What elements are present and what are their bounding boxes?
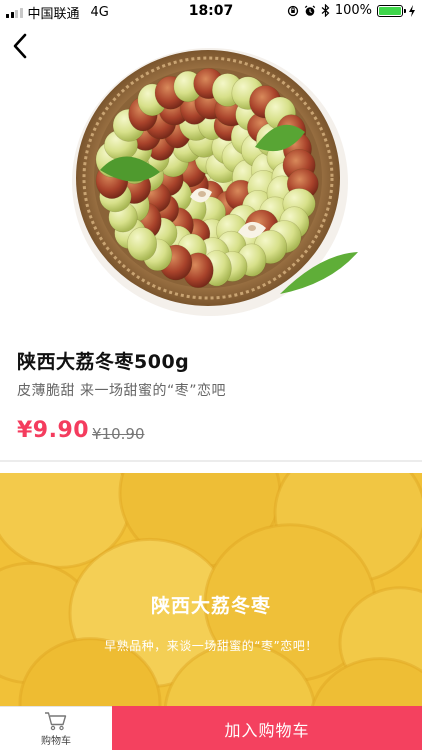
- back-button[interactable]: [6, 30, 34, 62]
- status-bar: 中国联通 4G 18:07 100%: [0, 0, 422, 22]
- product-price: ¥9.90: [17, 418, 90, 443]
- product-title: 陕西大荔冬枣500g: [17, 351, 190, 373]
- battery-percent: 100%: [334, 3, 372, 18]
- detail-banner: 陕西大荔冬枣 早熟品种，来谈一场甜蜜的“枣”恋吧！: [0, 473, 422, 708]
- bottom-bar: 购物车 加入购物车: [0, 706, 422, 750]
- section-divider: [0, 460, 422, 462]
- battery-icon: [377, 4, 406, 17]
- status-right: 100%: [287, 3, 416, 18]
- add-to-cart-button[interactable]: 加入购物车: [112, 706, 422, 750]
- alarm-icon: [304, 5, 316, 16]
- orientation-lock-icon: [287, 5, 298, 16]
- bluetooth-icon: [321, 4, 330, 17]
- product-subtitle: 皮薄脆甜 来一场甜蜜的“枣”恋吧: [17, 383, 226, 399]
- shopping-cart-icon: [45, 712, 67, 731]
- original-price: ¥10.90: [92, 425, 145, 443]
- jujube-fruit: [127, 227, 158, 262]
- cart-tab[interactable]: 购物车: [0, 707, 112, 750]
- banner-title: 陕西大荔冬枣: [150, 595, 271, 617]
- banner-text: 早熟品种，来谈一场甜蜜的“枣”恋吧！: [104, 639, 318, 653]
- charging-icon: [409, 4, 415, 17]
- chevron-left-icon: [13, 33, 27, 59]
- product-image: [40, 22, 380, 337]
- cart-label: 购物车: [41, 736, 71, 747]
